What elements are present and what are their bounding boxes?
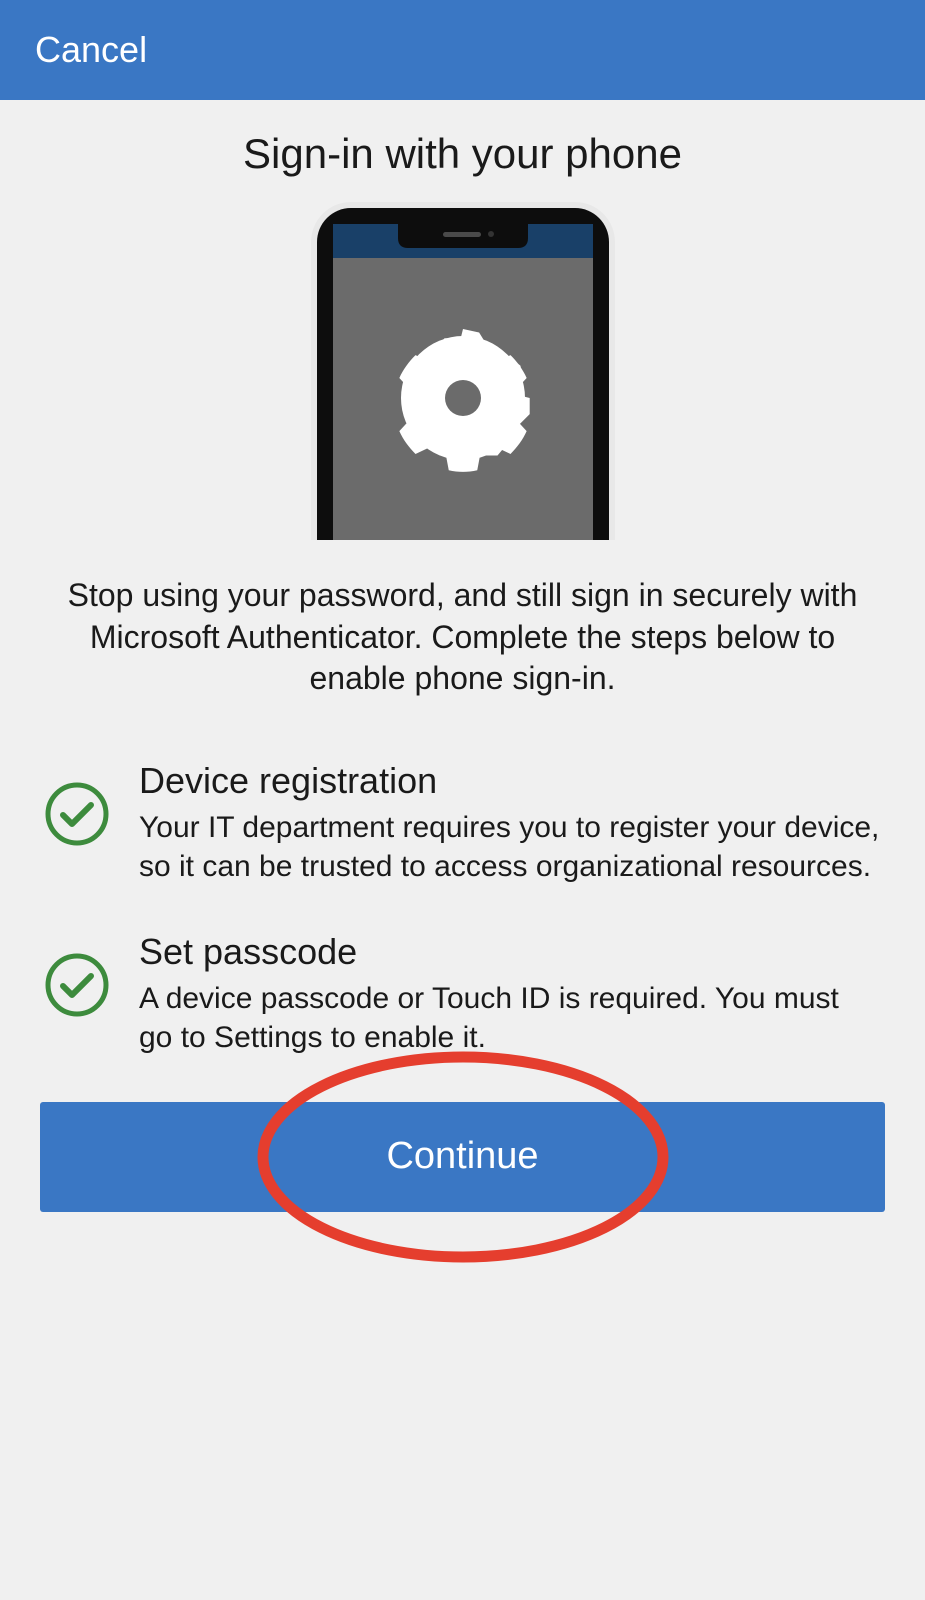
step-device-registration: Device registration Your IT department r… (40, 760, 885, 886)
step-title: Set passcode (139, 931, 880, 973)
cancel-button[interactable]: Cancel (35, 29, 147, 71)
check-circle-icon (45, 782, 109, 846)
header-bar: Cancel (0, 0, 925, 100)
phone-illustration (40, 198, 885, 540)
continue-button-wrap: Continue (40, 1102, 885, 1212)
phone-icon (303, 198, 623, 540)
step-description: Your IT department requires you to regis… (139, 808, 880, 886)
step-title: Device registration (139, 760, 880, 802)
page-title: Sign-in with your phone (40, 130, 885, 178)
step-set-passcode: Set passcode A device passcode or Touch … (40, 931, 885, 1057)
main-content: Sign-in with your phone (0, 100, 925, 1252)
check-circle-icon (45, 953, 109, 1017)
continue-button[interactable]: Continue (40, 1102, 885, 1212)
description-text: Stop using your password, and still sign… (40, 575, 885, 700)
step-description: A device passcode or Touch ID is require… (139, 979, 880, 1057)
